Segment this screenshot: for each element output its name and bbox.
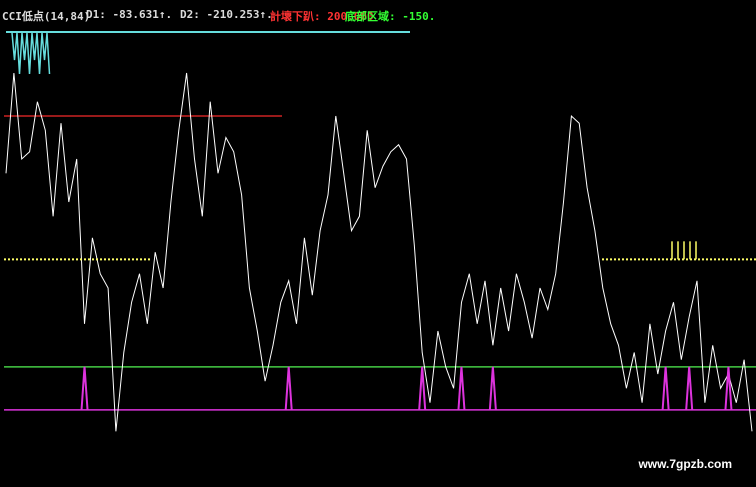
signal-spike [488, 366, 497, 410]
signal-spike [685, 366, 694, 410]
signal-spike [724, 366, 733, 410]
bottom-zone-label: 底部区域: -150. [345, 10, 436, 23]
cyan-spikes [11, 32, 51, 75]
signal-spike [418, 366, 427, 410]
signal-spike [284, 366, 293, 410]
d1-label: D1: -83.631↑. [86, 8, 173, 21]
watermark: www.7gpzb.com [638, 457, 732, 471]
signal-spike [80, 366, 89, 410]
indicator-label: CCI低点(14,84) [2, 10, 91, 23]
cci-series-line [5, 72, 753, 432]
cci-chart [4, 31, 756, 432]
signal-spike [457, 366, 466, 410]
d2-label: D2: -210.253↑. [180, 8, 273, 21]
chart-panel: CCI低点(14,84) D1: -83.631↑. D2: -210.253↑… [0, 0, 756, 487]
signal-spike [661, 366, 670, 410]
